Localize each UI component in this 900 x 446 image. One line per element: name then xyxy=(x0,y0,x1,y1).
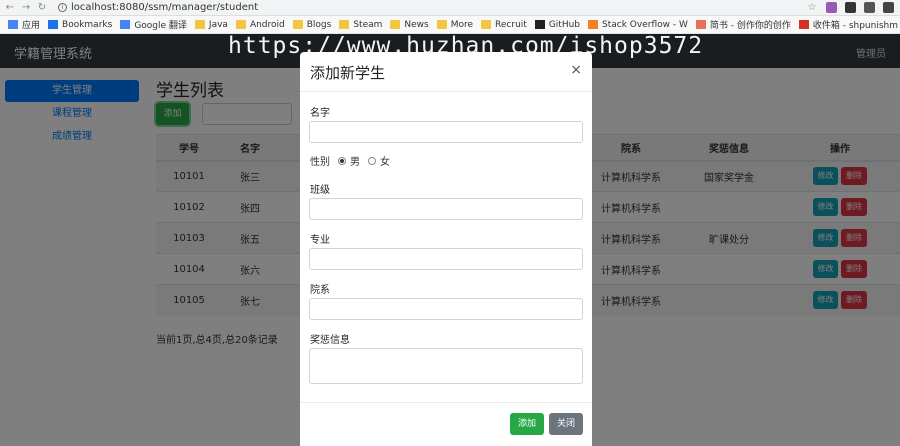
major-field[interactable] xyxy=(309,248,583,270)
reload-icon[interactable]: ↻ xyxy=(36,2,48,14)
extension-icon[interactable] xyxy=(826,2,837,13)
bookmark-item[interactable]: More xyxy=(436,19,474,30)
bookmark-label: Java xyxy=(208,19,228,30)
bookmark-item[interactable]: 应用 xyxy=(8,18,40,31)
bookmark-item[interactable]: Android xyxy=(235,19,285,30)
close-icon[interactable]: × xyxy=(570,62,582,78)
star-icon xyxy=(48,20,59,29)
bookmark-star-icon[interactable]: ☆ xyxy=(806,2,818,14)
bookmark-label: Recruit xyxy=(495,19,527,30)
bookmark-label: Blogs xyxy=(306,19,332,30)
bookmark-label: 应用 xyxy=(22,21,41,31)
bookmark-label: Google 翻译 xyxy=(134,21,187,31)
gender-female-radio[interactable] xyxy=(368,156,376,165)
address-bar: ← → ↻ i localhost:8080/ssm/manager/stude… xyxy=(0,0,900,16)
bookmark-label: Stack Overflow - W xyxy=(602,19,688,30)
jianshu-icon xyxy=(695,20,706,29)
folder-icon xyxy=(194,20,205,29)
bookmark-label: 简书 - 创作你的创作 xyxy=(709,21,791,31)
bookmark-item[interactable]: 收件箱 - shpunishm xyxy=(798,18,898,31)
gender-label: 性别 xyxy=(310,157,330,168)
folder-icon xyxy=(339,20,350,29)
bookmark-label: 收件箱 - shpunishm xyxy=(812,21,898,31)
gender-female-label[interactable]: 女 xyxy=(380,153,390,168)
close-button[interactable]: 关闭 xyxy=(549,413,583,435)
bookmark-label: Bookmarks xyxy=(62,19,113,30)
bookmark-item[interactable]: News xyxy=(390,19,429,30)
major-label: 专业 xyxy=(310,235,330,246)
class-field[interactable] xyxy=(309,198,583,220)
bookmark-item[interactable]: Steam xyxy=(339,20,382,30)
folder-icon xyxy=(292,20,303,29)
url-text: localhost:8080/ssm/manager/student xyxy=(71,2,259,13)
bookmark-label: More xyxy=(450,19,474,30)
gmail-icon xyxy=(798,20,809,29)
folder-icon xyxy=(235,20,246,29)
name-field[interactable] xyxy=(309,121,583,143)
stackoverflow-icon xyxy=(588,20,599,29)
modal-title: 添加新学生 xyxy=(310,64,386,82)
bookmark-label: Steam xyxy=(353,19,383,30)
extension-icon[interactable] xyxy=(883,2,894,13)
class-label: 班级 xyxy=(310,185,330,196)
bookmark-item[interactable]: GitHub xyxy=(534,19,581,30)
award-label: 奖惩信息 xyxy=(310,335,350,346)
add-student-modal: 添加新学生 × 名字 性别 男 女 班级 专业 院系 奖惩信息 添加 关闭 xyxy=(300,52,592,446)
github-icon xyxy=(534,20,545,29)
gender-male-radio[interactable] xyxy=(338,156,346,165)
bookmark-item[interactable]: Blogs xyxy=(292,19,332,30)
forward-icon[interactable]: → xyxy=(20,2,32,14)
bookmark-item[interactable]: Bookmarks xyxy=(48,20,112,30)
bookmark-item[interactable]: 简书 - 创作你的创作 xyxy=(695,18,791,31)
modal-header: 添加新学生 × xyxy=(300,52,592,92)
extension-icon[interactable] xyxy=(845,2,856,13)
name-label: 名字 xyxy=(310,108,330,119)
folder-icon xyxy=(481,20,492,29)
back-icon[interactable]: ← xyxy=(4,2,16,14)
bookmark-item[interactable]: Java xyxy=(194,19,228,30)
apps-icon xyxy=(8,20,18,29)
bookmark-label: News xyxy=(404,19,429,30)
extension-icon[interactable] xyxy=(864,2,875,13)
folder-icon xyxy=(390,20,401,29)
translate-icon xyxy=(120,20,131,29)
bookmark-label: Android xyxy=(249,19,285,30)
bookmarks-bar: 应用 Bookmarks Google 翻译 Java Android Blogs Stea… xyxy=(0,16,900,34)
award-textarea[interactable] xyxy=(309,348,583,384)
gender-male-label[interactable]: 男 xyxy=(350,153,360,168)
modal-footer: 添加 关闭 xyxy=(300,402,592,446)
folder-icon xyxy=(436,20,447,29)
site-info-icon[interactable]: i xyxy=(58,3,67,12)
bookmark-label: GitHub xyxy=(548,19,581,30)
dept-label: 院系 xyxy=(310,285,330,296)
bookmark-item[interactable]: Stack Overflow - W xyxy=(588,20,688,30)
dept-field[interactable] xyxy=(309,298,583,320)
bookmark-item[interactable]: Recruit xyxy=(481,20,527,30)
url-field[interactable]: i localhost:8080/ssm/manager/student xyxy=(58,2,258,13)
bookmark-item[interactable]: Google 翻译 xyxy=(120,18,187,31)
gender-radio-group: 性别 男 女 xyxy=(310,153,390,168)
save-button[interactable]: 添加 xyxy=(510,413,544,435)
